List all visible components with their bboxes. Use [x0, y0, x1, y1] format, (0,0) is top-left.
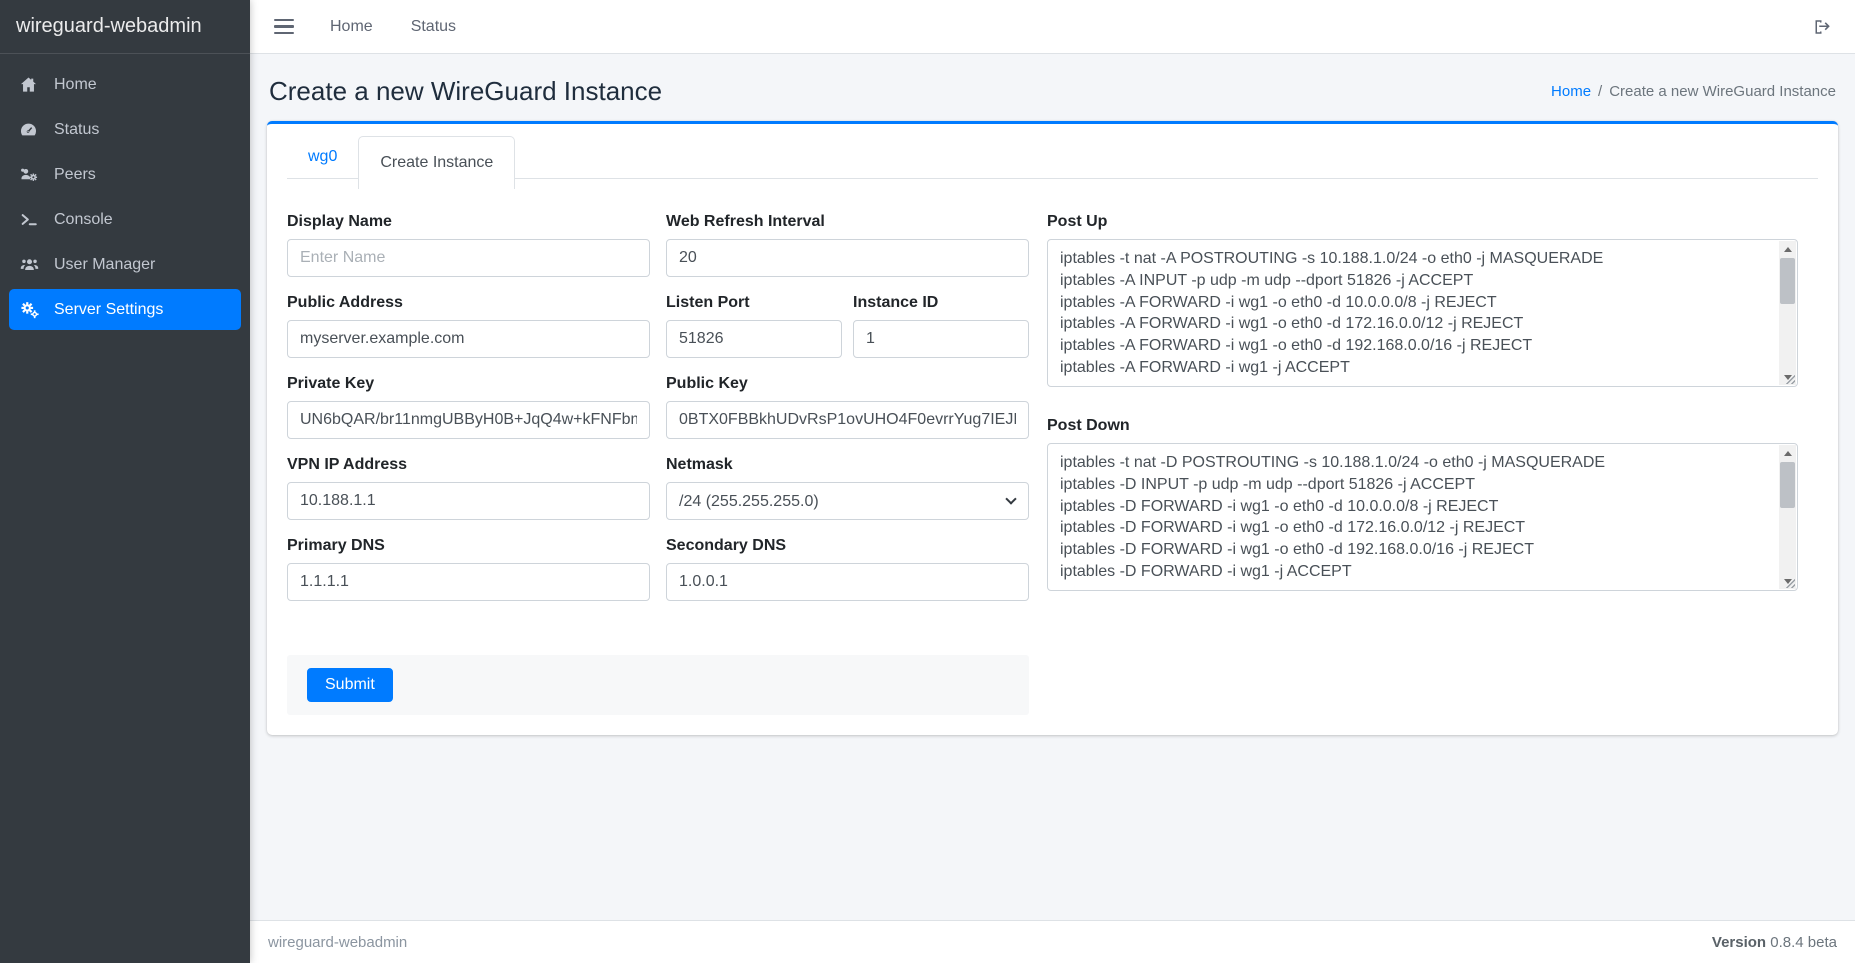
- public-address-field: Public Address: [287, 294, 650, 358]
- sidebar-item-status[interactable]: Status: [9, 109, 241, 150]
- primary-dns-field: Primary DNS: [287, 537, 650, 601]
- footer-version: Version 0.8.4 beta: [1712, 934, 1837, 951]
- netmask-label: Netmask: [666, 456, 1029, 474]
- sidebar: wireguard-webadmin Home Status: [0, 0, 250, 963]
- config-line: iptables -t nat -A POSTROUTING -s 10.188…: [1060, 248, 1771, 270]
- netmask-field: Netmask /24 (255.255.255.0): [666, 456, 1029, 520]
- config-line: iptables -A FORWARD -i wg1 -o eth0 -d 10…: [1060, 292, 1771, 314]
- scroll-up-icon[interactable]: [1779, 445, 1796, 461]
- listen-port-label: Listen Port: [666, 294, 842, 312]
- sidebar-item-console[interactable]: Console: [9, 199, 241, 240]
- config-line: iptables -D INPUT -p udp -m udp --dport …: [1060, 474, 1771, 496]
- scroll-up-icon[interactable]: [1779, 241, 1796, 257]
- sidebar-item-home[interactable]: Home: [9, 64, 241, 105]
- config-line: iptables -D FORWARD -i wg1 -o eth0 -d 19…: [1060, 539, 1771, 561]
- post-up-textarea[interactable]: iptables -t nat -A POSTROUTING -s 10.188…: [1047, 239, 1798, 387]
- footer-brand: wireguard-webadmin: [268, 934, 407, 951]
- submit-button[interactable]: Submit: [307, 668, 393, 702]
- display-name-label: Display Name: [287, 213, 650, 231]
- config-line: iptables -D FORWARD -i wg1 -o eth0 -d 10…: [1060, 496, 1771, 518]
- config-line: iptables -A FORWARD -i wg1 -o eth0 -d 17…: [1060, 313, 1771, 335]
- config-line: iptables -A FORWARD -i wg1 -o eth0 -d 19…: [1060, 335, 1771, 357]
- private-key-input[interactable]: [287, 401, 650, 439]
- users-gear-icon: [19, 165, 46, 184]
- scrollbar-thumb[interactable]: [1780, 462, 1795, 508]
- terminal-icon: [19, 210, 46, 229]
- tab-wg0[interactable]: wg0: [287, 136, 358, 178]
- post-down-textarea[interactable]: iptables -t nat -D POSTROUTING -s 10.188…: [1047, 443, 1798, 591]
- submit-strip: Submit: [287, 655, 1029, 715]
- sidebar-item-peers[interactable]: Peers: [9, 154, 241, 195]
- top-navbar: Home Status: [250, 0, 1855, 54]
- post-down-field: Post Down iptables -t nat -D POSTROUTING…: [1047, 417, 1798, 591]
- primary-dns-label: Primary DNS: [287, 537, 650, 555]
- config-line: iptables -D FORWARD -i wg1 -o eth0 -d 17…: [1060, 517, 1771, 539]
- vpn-ip-field: VPN IP Address: [287, 456, 650, 520]
- display-name-input[interactable]: [287, 239, 650, 277]
- private-key-field: Private Key: [287, 375, 650, 439]
- post-up-label: Post Up: [1047, 213, 1798, 231]
- tab-create-instance[interactable]: Create Instance: [358, 136, 515, 189]
- topnav-link-home[interactable]: Home: [330, 18, 373, 36]
- sidebar-item-server-settings[interactable]: Server Settings: [9, 289, 241, 330]
- scrollbar[interactable]: [1779, 241, 1796, 385]
- display-name-field: Display Name: [287, 213, 650, 277]
- sidebar-nav: Home Status: [0, 54, 250, 330]
- sidebar-item-label: Status: [54, 121, 99, 139]
- page-title: Create a new WireGuard Instance: [269, 76, 662, 107]
- post-down-label: Post Down: [1047, 417, 1798, 435]
- config-line: iptables -A FORWARD -i wg1 -j ACCEPT: [1060, 357, 1771, 379]
- public-key-field: Public Key: [666, 375, 1029, 439]
- secondary-dns-input[interactable]: [666, 563, 1029, 601]
- vpn-ip-input[interactable]: [287, 482, 650, 520]
- config-line: iptables -A INPUT -p udp -m udp --dport …: [1060, 270, 1771, 292]
- vpn-ip-label: VPN IP Address: [287, 456, 650, 474]
- private-key-label: Private Key: [287, 375, 650, 393]
- instance-tabs: wg0 Create Instance: [287, 136, 1818, 189]
- primary-dns-input[interactable]: [287, 563, 650, 601]
- breadcrumb-current: Create a new WireGuard Instance: [1609, 83, 1836, 100]
- scrollbar-thumb[interactable]: [1780, 258, 1795, 304]
- content-area: Create a new WireGuard Instance Home/Cre…: [250, 54, 1855, 920]
- sidebar-item-label: Console: [54, 211, 113, 229]
- sidebar-item-label: Peers: [54, 166, 96, 184]
- secondary-dns-field: Secondary DNS: [666, 537, 1029, 601]
- instance-id-input[interactable]: [853, 320, 1029, 358]
- topnav-link-status[interactable]: Status: [411, 18, 456, 36]
- netmask-select[interactable]: /24 (255.255.255.0): [666, 482, 1029, 520]
- scrollbar[interactable]: [1779, 445, 1796, 589]
- web-refresh-interval-input[interactable]: [666, 239, 1029, 277]
- users-icon: [19, 255, 46, 274]
- listen-port-field: Listen Port: [666, 294, 842, 358]
- instance-id-field: Instance ID: [853, 294, 1029, 358]
- sidebar-item-label: Home: [54, 76, 97, 94]
- config-line: iptables -t nat -D POSTROUTING -s 10.188…: [1060, 452, 1771, 474]
- listen-port-input[interactable]: [666, 320, 842, 358]
- gears-icon: [19, 300, 46, 320]
- gauge-icon: [19, 120, 46, 139]
- public-key-label: Public Key: [666, 375, 1029, 393]
- config-line: iptables -D FORWARD -i wg1 -j ACCEPT: [1060, 561, 1771, 583]
- public-address-label: Public Address: [287, 294, 650, 312]
- sidebar-item-label: Server Settings: [54, 301, 163, 319]
- web-refresh-interval-field: Web Refresh Interval: [666, 213, 1029, 277]
- post-up-field: Post Up iptables -t nat -A POSTROUTING -…: [1047, 213, 1798, 387]
- sidebar-item-user-manager[interactable]: User Manager: [9, 244, 241, 285]
- secondary-dns-label: Secondary DNS: [666, 537, 1029, 555]
- page-footer: wireguard-webadmin Version 0.8.4 beta: [250, 920, 1855, 963]
- breadcrumb-home-link[interactable]: Home: [1551, 83, 1591, 100]
- sidebar-item-label: User Manager: [54, 256, 155, 274]
- public-address-input[interactable]: [287, 320, 650, 358]
- brand-title[interactable]: wireguard-webadmin: [0, 0, 250, 54]
- home-icon: [19, 75, 46, 94]
- breadcrumb: Home/Create a new WireGuard Instance: [1551, 83, 1836, 100]
- instance-id-label: Instance ID: [853, 294, 1029, 312]
- instance-card: wg0 Create Instance Display Name Web Ref…: [267, 121, 1838, 735]
- web-refresh-interval-label: Web Refresh Interval: [666, 213, 1029, 231]
- sidebar-toggle-icon[interactable]: [274, 19, 294, 35]
- public-key-input[interactable]: [666, 401, 1029, 439]
- logout-icon[interactable]: [1812, 18, 1831, 36]
